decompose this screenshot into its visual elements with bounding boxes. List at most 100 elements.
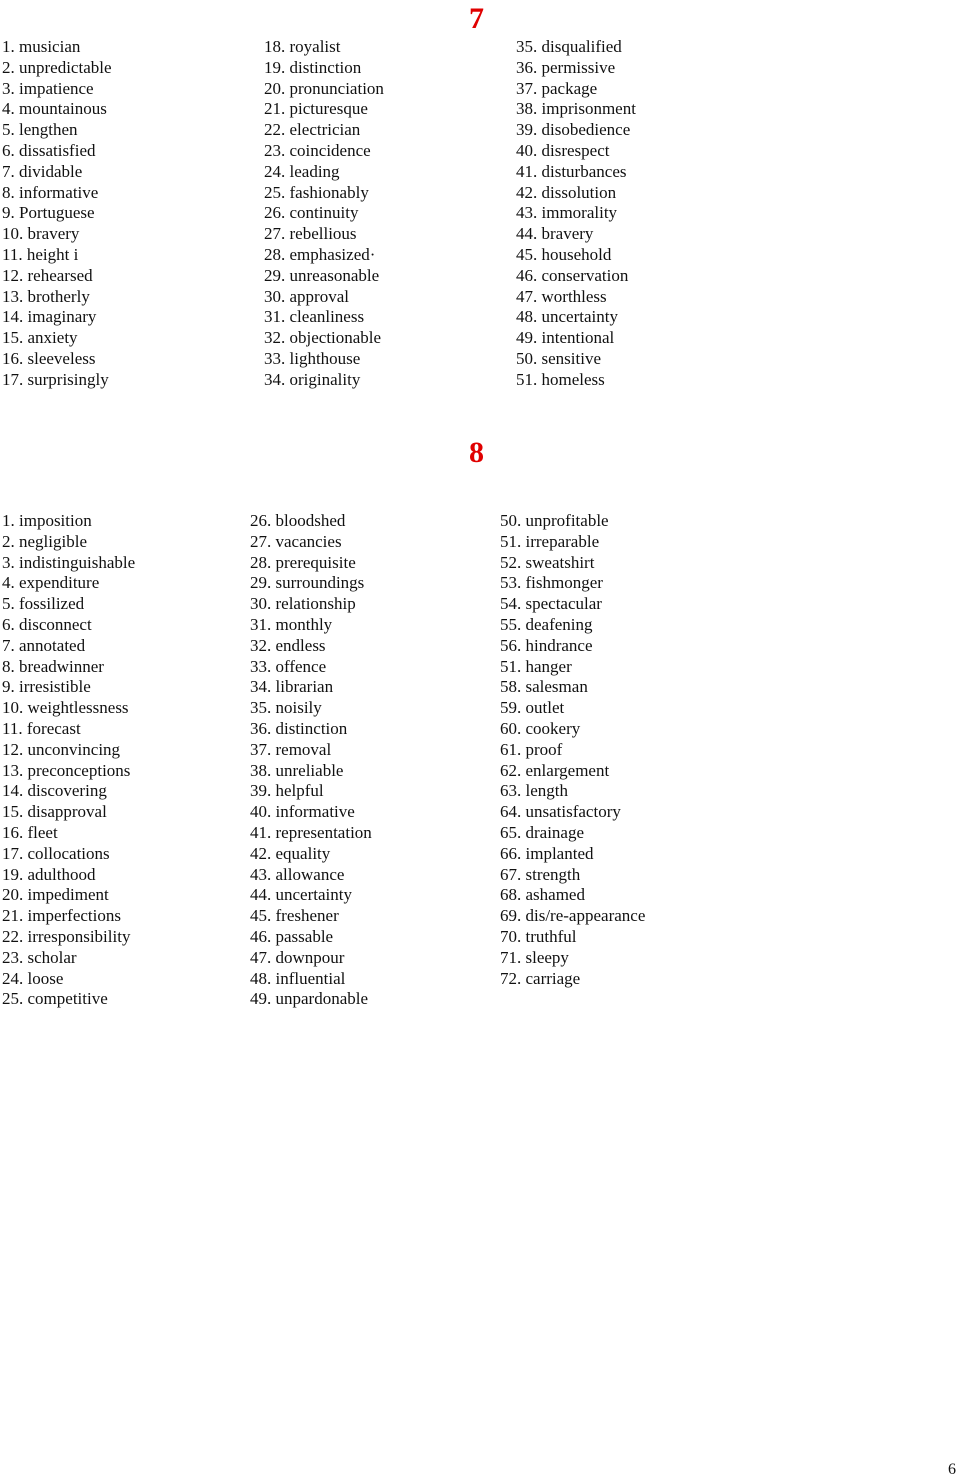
answer-item: 14. discovering: [2, 781, 107, 801]
answer-item: 51. hanger: [500, 656, 572, 676]
answer-item: 58. salesman: [500, 677, 588, 697]
section-7-heading: 7: [469, 2, 484, 35]
answer-item: 25. competitive: [2, 989, 108, 1009]
section-7-column-3: 35. disqualified 36. permissive 37. packag…: [516, 37, 636, 391]
answer-item: 43. allowance: [250, 864, 345, 884]
answer-item: 64. unsatisfactory: [500, 802, 621, 822]
answer-item: 46. passable: [250, 926, 334, 946]
answer-item: 40. disrespect: [516, 140, 610, 160]
answer-item: 65. drainage: [500, 822, 585, 842]
answer-item: 23. scholar: [2, 947, 77, 967]
answer-item: 1. musician: [2, 37, 81, 56]
answer-item: 67. strength: [500, 864, 581, 884]
answer-item: 46. conservation: [516, 265, 629, 285]
answer-item: 41. representation: [250, 822, 372, 842]
answer-item: 9. Portuguese: [2, 203, 95, 223]
answer-item: 30. approval: [264, 286, 349, 306]
answer-item: 6. disconnect: [2, 614, 92, 634]
answer-item: 39. helpful: [250, 781, 324, 801]
answer-item: 35. disqualified: [516, 37, 622, 56]
answer-item: 34. librarian: [250, 677, 334, 697]
answer-item: 1. imposition: [2, 511, 92, 530]
answer-item: 22. irresponsibility: [2, 926, 131, 946]
answer-item: 44. uncertainty: [250, 885, 352, 905]
answer-item: 48. influential: [250, 968, 346, 988]
answer-item: 8. breadwinner: [2, 656, 104, 676]
answer-item: 19. distinction: [264, 57, 362, 77]
answer-item: 23. coincidence: [264, 140, 371, 160]
answer-item: 49. unpardonable: [250, 989, 369, 1009]
answer-item: 39. disobedience: [516, 120, 631, 140]
answer-item: 56. hindrance: [500, 635, 593, 655]
answer-item: 29. surroundings: [250, 573, 365, 593]
answer-item: 6. dissatisfied: [2, 140, 96, 160]
answer-item: 31. monthly: [250, 614, 333, 634]
answer-item: 36. permissive: [516, 57, 616, 77]
section-8-column-1: 1. imposition 2. negligible 3. indistingui…: [2, 511, 135, 1010]
answer-item: 61. proof: [500, 739, 563, 759]
answer-item: 70. truthful: [500, 926, 577, 946]
answer-item: 29. unreasonable: [264, 265, 380, 285]
answer-item: 12. rehearsed: [2, 265, 93, 285]
answer-item: 71. sleepy: [500, 947, 569, 967]
answer-item: 72. carriage: [500, 968, 581, 988]
answer-item: 66. implanted: [500, 843, 594, 863]
answer-item: 22. electrician: [264, 120, 361, 140]
answer-item: 28. emphasized·: [264, 244, 376, 264]
answer-item: 43. immorality: [516, 203, 618, 223]
answer-item: 12. unconvincing: [2, 739, 121, 759]
answer-item: 3. impatience: [2, 78, 94, 98]
answer-item: 30. relationship: [250, 594, 356, 614]
answer-item: 49. intentional: [516, 328, 615, 348]
answer-item: 45. household: [516, 244, 612, 264]
answer-item: 10. bravery: [2, 224, 80, 244]
answer-item: 63. length: [500, 781, 568, 801]
answer-item: 26. bloodshed: [250, 511, 346, 530]
answer-item: 55. deafening: [500, 614, 593, 634]
answer-item: 37. removal: [250, 739, 332, 759]
answer-item: 53. fishmonger: [500, 573, 603, 593]
answer-item: 60. cookery: [500, 718, 581, 738]
answer-item: 25. fashionably: [264, 182, 369, 202]
answer-item: 24. loose: [2, 968, 64, 988]
answer-item: 35. noisily: [250, 698, 322, 718]
answer-item: 41. disturbances: [516, 161, 627, 181]
answer-item: 33. offence: [250, 656, 327, 676]
answer-item: 33. lighthouse: [264, 348, 361, 368]
answer-item: 4. mountainous: [2, 99, 107, 119]
answer-item: 37. package: [516, 78, 598, 98]
answer-item: 18. royalist: [264, 37, 341, 56]
answer-item: 36. distinction: [250, 718, 348, 738]
answer-item: 42. dissolution: [516, 182, 617, 202]
answer-item: 26. continuity: [264, 203, 359, 223]
answer-item: 24. leading: [264, 161, 340, 181]
answer-item: 47. worthless: [516, 286, 607, 306]
answer-item: 42. equality: [250, 843, 331, 863]
answer-item: 38. unreliable: [250, 760, 344, 780]
answer-item: 51. irreparable: [500, 531, 600, 551]
section-8-column-3: 50. unprofitable 51. irreparable 52. sweat…: [500, 511, 645, 989]
answer-item: 69. dis/re-appearance: [500, 906, 646, 926]
answer-item: 11. forecast: [2, 718, 81, 738]
answer-item: 20. pronunciation: [264, 78, 384, 98]
answer-item: 50. unprofitable: [500, 511, 609, 530]
answer-item: 44. bravery: [516, 224, 594, 244]
answer-item: 40. informative: [250, 802, 355, 822]
answer-item: 51. homeless: [516, 369, 605, 389]
answer-item: 21. imperfections: [2, 906, 121, 926]
answer-item: 5. lengthen: [2, 120, 78, 140]
answer-item: 27. rebellious: [264, 224, 357, 244]
answer-item: 48. uncertainty: [516, 307, 618, 327]
answer-item: 47. downpour: [250, 947, 345, 967]
answer-item: 52. sweatshirt: [500, 552, 595, 572]
answer-item: 11. height i: [2, 244, 79, 264]
answer-item: 14. imaginary: [2, 307, 97, 327]
answer-item: 7. annotated: [2, 635, 86, 655]
answer-item: 2. unpredictable: [2, 57, 112, 77]
answer-item: 17. collocations: [2, 843, 110, 863]
answer-item: 15. anxiety: [2, 328, 78, 348]
answer-item: 27. vacancies: [250, 531, 342, 551]
answer-item: 13. brotherly: [2, 286, 90, 306]
answer-item: 8. informative: [2, 182, 99, 202]
answer-item: 17. surprisingly: [2, 369, 109, 389]
